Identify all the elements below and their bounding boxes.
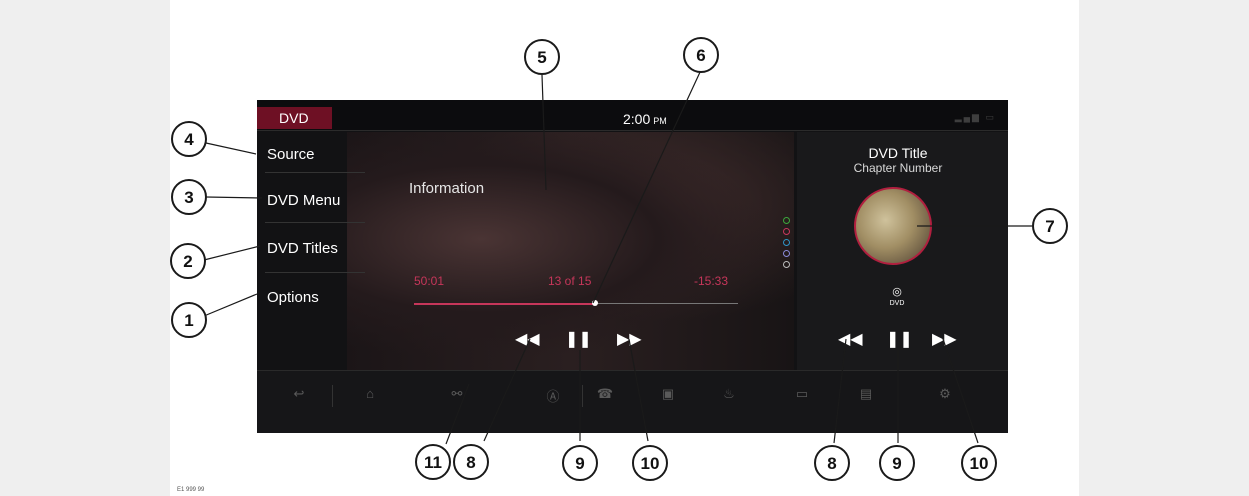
callout-circle — [170, 243, 206, 279]
status-icons: ▂▄▆ ▭ — [955, 112, 996, 123]
callout-number: 6 — [696, 46, 705, 65]
color-dot — [783, 217, 790, 224]
leader-line — [203, 245, 261, 261]
disc-title: DVD Title — [868, 145, 928, 161]
callout-circle — [453, 444, 489, 480]
disc-artwork — [854, 187, 932, 265]
callout-number: 3 — [184, 188, 193, 207]
information-label[interactable]: Information — [409, 180, 484, 197]
media-icon[interactable]: ▣ — [656, 386, 680, 402]
back-icon[interactable]: ↩ — [287, 386, 311, 402]
rewind-button[interactable]: ◀◀ — [515, 330, 540, 350]
phone-icon[interactable]: ☎ — [593, 386, 617, 402]
clock: 2:00 PM — [623, 111, 667, 127]
callout-circle — [562, 445, 598, 481]
callout-circle — [171, 302, 207, 338]
pause-button[interactable]: ❚❚ — [565, 330, 592, 350]
callout-number: 7 — [1045, 217, 1054, 236]
bottom-nav-bar: ↩ ⌂ ⚯ Ⓐ ☎ ▣ ♨ ▭ ▤ ⚙ — [257, 370, 1008, 433]
signal-icon: ▂▄▆ — [954, 112, 981, 122]
callout-circle — [814, 445, 850, 481]
callout-number: 1 — [184, 311, 193, 330]
fast-forward-button-panel[interactable]: ▶▶ — [932, 330, 957, 350]
progress-fill — [414, 303, 596, 305]
callout-circle — [171, 121, 207, 157]
dvd-disc-label: DVD — [889, 300, 905, 307]
callout-circle — [524, 39, 560, 75]
left-margin — [0, 0, 170, 496]
clock-time: 2:00 — [623, 111, 651, 127]
pause-button-panel[interactable]: ❚❚ — [886, 330, 913, 350]
tv-icon[interactable]: ▤ — [854, 386, 878, 402]
callout-number: 11 — [424, 453, 442, 472]
menu-item-dvd-menu[interactable]: DVD Menu — [267, 192, 340, 209]
elapsed-time: 50:01 — [414, 274, 445, 288]
menu-item-options[interactable]: Options — [267, 289, 319, 306]
fast-forward-button[interactable]: ▶▶ — [617, 330, 642, 350]
right-margin — [1079, 0, 1249, 496]
callout-number: 9 — [575, 454, 584, 473]
infotainment-screen: DVD 2:00 PM ▂▄▆ ▭ Source DVD Menu DVD Tit… — [257, 100, 1008, 433]
menu-divider — [265, 222, 365, 223]
callout-number: 5 — [537, 48, 546, 67]
color-dot — [783, 228, 790, 235]
color-dot — [783, 261, 790, 268]
menu-divider — [265, 272, 365, 273]
callout-number: 10 — [641, 454, 660, 473]
link-icon[interactable]: ⚯ — [445, 386, 469, 402]
chapter-label: Chapter Number — [853, 161, 943, 175]
callout-number: 4 — [184, 130, 194, 149]
color-dot-indicators — [783, 217, 790, 272]
settings-icon[interactable]: ⚙ — [933, 386, 957, 402]
callout-number: 8 — [827, 454, 836, 473]
callout-number: 8 — [466, 453, 475, 472]
callout-circle — [961, 445, 997, 481]
callout-number: 10 — [970, 454, 989, 473]
battery-icon: ▭ — [985, 112, 996, 122]
progress-track[interactable] — [414, 300, 738, 306]
dvd-disc-icon: ◎ DVD — [889, 286, 905, 308]
color-dot — [783, 250, 790, 257]
chapter-count: 13 of 15 — [548, 274, 592, 288]
menu-divider — [265, 172, 365, 173]
climate-icon[interactable]: ♨ — [717, 386, 741, 402]
callout-circle — [683, 37, 719, 73]
callout-circle — [632, 445, 668, 481]
callout-circle — [879, 445, 915, 481]
nav-separator — [582, 385, 583, 407]
home-icon[interactable]: ⌂ — [358, 386, 382, 401]
callout-circle — [171, 179, 207, 215]
callout-number: 2 — [183, 252, 192, 271]
nav-icon[interactable]: Ⓐ — [541, 386, 565, 405]
menu-item-dvd-titles[interactable]: DVD Titles — [267, 240, 338, 257]
callout-number: 9 — [892, 454, 901, 473]
leader-line — [205, 142, 257, 155]
menu-item-source[interactable]: Source — [267, 146, 315, 163]
nav-separator — [332, 385, 333, 407]
figure-code: E1 999 99 — [177, 487, 205, 493]
status-bar: DVD 2:00 PM ▂▄▆ ▭ — [257, 100, 1008, 131]
leader-line — [205, 196, 263, 199]
callout-circle — [1032, 208, 1068, 244]
camera-icon[interactable]: ▭ — [790, 386, 814, 402]
leader-line — [203, 293, 258, 317]
source-tag[interactable]: DVD — [257, 107, 332, 129]
remaining-time: -15:33 — [694, 274, 729, 288]
color-dot — [783, 239, 790, 246]
callout-circle — [415, 444, 451, 480]
rewind-button-panel[interactable]: ◀◀ — [838, 330, 863, 350]
clock-ampm: PM — [653, 116, 667, 126]
